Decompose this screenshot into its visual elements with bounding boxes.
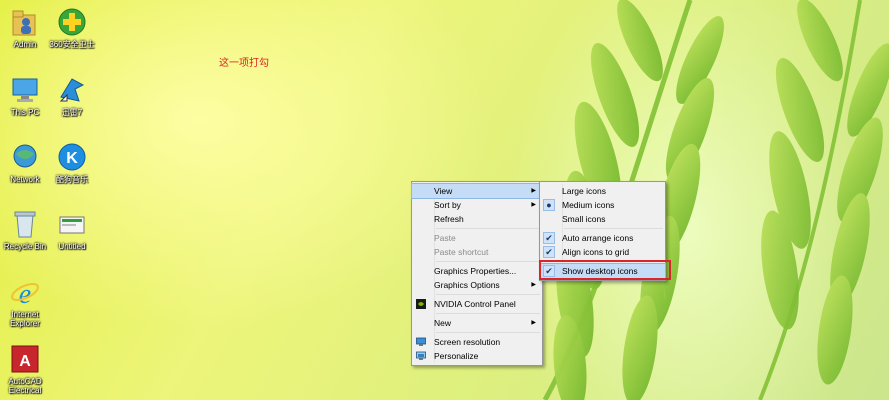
submenu-arrow-icon: ▶ — [531, 282, 536, 288]
submenu-arrow-icon: ▶ — [531, 202, 536, 208]
menu-item-graphics-properties[interactable]: Graphics Properties... — [412, 264, 542, 278]
highlight-box — [539, 260, 671, 280]
recycle-bin-icon — [9, 208, 41, 240]
network-globe-icon — [9, 141, 41, 173]
desktop-background[interactable]: 这一项打勾 Admin 360安全卫士 This PC 迅雷7 Network … — [0, 0, 889, 400]
menu-item-small-icons[interactable]: Small icons — [540, 212, 665, 226]
menu-item-medium-icons[interactable]: ● Medium icons — [540, 198, 665, 212]
menu-item-refresh[interactable]: Refresh — [412, 212, 542, 226]
desktop-icon-admin[interactable]: Admin — [0, 6, 50, 49]
internet-explorer-icon: e — [9, 276, 41, 308]
menu-item-auto-arrange[interactable]: ✔ Auto arrange icons — [540, 231, 665, 245]
360-shield-icon — [56, 6, 88, 38]
menu-item-view[interactable]: View ▶ — [411, 183, 543, 199]
menu-item-paste-shortcut: Paste shortcut — [434, 247, 489, 257]
menu-item-paste: Paste — [434, 233, 456, 243]
monitor-icon — [416, 337, 426, 346]
menu-item-screen-resolution[interactable]: Screen resolution — [412, 335, 542, 349]
checkmark-icon: ✔ — [543, 232, 555, 244]
annotation-text: 这一项打勾 — [219, 58, 269, 69]
desktop-icon-untitled[interactable]: Untitled — [47, 208, 97, 251]
nvidia-icon — [416, 299, 426, 309]
kugou-music-icon: K — [56, 141, 88, 173]
computer-icon — [9, 74, 41, 106]
document-icon — [56, 208, 88, 240]
personalize-icon — [416, 351, 426, 360]
desktop-icon-autocad[interactable]: A AutoCAD Electrical — [0, 343, 50, 395]
autocad-icon: A — [9, 343, 41, 375]
menu-item-align-grid[interactable]: ✔ Align icons to grid — [540, 245, 665, 259]
menu-item-new[interactable]: New ▶ — [412, 316, 542, 330]
submenu-arrow-icon: ▶ — [531, 320, 536, 326]
desktop-context-menu: View ▶ Sort by ▶ Refresh Paste Paste short… — [411, 181, 543, 366]
user-folder-icon — [9, 6, 41, 38]
checkmark-icon: ✔ — [543, 246, 555, 258]
bird-app-icon — [56, 74, 88, 106]
svg-text:K: K — [66, 150, 78, 167]
menu-item-personalize[interactable]: Personalize — [412, 349, 542, 363]
desktop-icon-network[interactable]: Network — [0, 141, 50, 184]
radio-bullet-icon: ● — [543, 199, 555, 211]
desktop-icon-360[interactable]: 360安全卫士 — [47, 6, 97, 49]
menu-item-graphics-options[interactable]: Graphics Options ▶ — [412, 278, 542, 292]
menu-item-large-icons[interactable]: Large icons — [540, 184, 665, 198]
desktop-icon-ie[interactable]: e Internet Explorer — [0, 276, 50, 328]
svg-text:A: A — [19, 353, 31, 370]
desktop-icon-this-pc[interactable]: This PC — [0, 74, 50, 117]
menu-item-nvidia[interactable]: NVIDIA Control Panel — [412, 297, 542, 311]
desktop-icon-kugou[interactable]: K 酷狗音乐 — [47, 141, 97, 184]
menu-item-sort-by[interactable]: Sort by ▶ — [412, 198, 542, 212]
svg-text:e: e — [19, 279, 31, 307]
submenu-arrow-icon: ▶ — [531, 188, 536, 194]
desktop-icon-app7[interactable]: 迅雷7 — [47, 74, 97, 117]
desktop-icon-recycle-bin[interactable]: Recycle Bin — [0, 208, 50, 251]
